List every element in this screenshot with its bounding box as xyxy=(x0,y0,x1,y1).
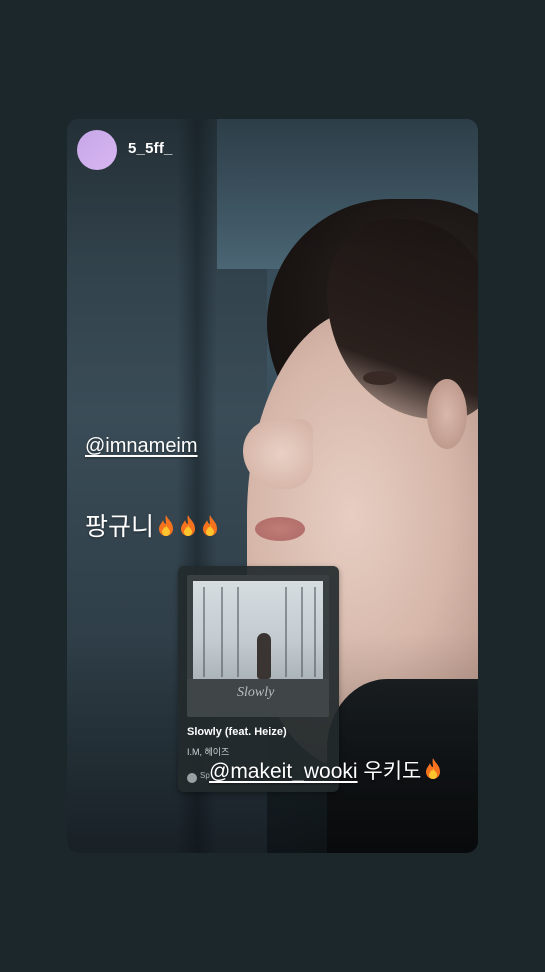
album-tree xyxy=(237,587,239,677)
album-tree xyxy=(203,587,205,677)
fire-icon xyxy=(159,515,174,536)
album-tree xyxy=(221,587,223,677)
mention-tag-2[interactable]: @makeit_wooki xyxy=(209,760,358,783)
album-figure xyxy=(257,633,271,679)
fire-icon xyxy=(203,515,218,536)
caption-label-2: 우키도 xyxy=(357,760,422,783)
caption-text-2: @makeit_wooki 우키도 xyxy=(209,755,443,785)
fire-icon xyxy=(181,515,196,536)
album-snow-scene xyxy=(193,581,323,681)
username[interactable]: 5_5ff_ xyxy=(128,140,173,157)
album-title: Slowly xyxy=(237,685,275,700)
fire-icon xyxy=(426,758,441,779)
spotify-icon xyxy=(187,773,197,783)
album-tree xyxy=(285,587,287,677)
story-card[interactable]: 5_5ff_ @imnameim 팡규니 Slowly Slowly (feat… xyxy=(67,119,478,853)
album-cover: Slowly xyxy=(187,575,329,717)
avatar[interactable] xyxy=(77,130,117,170)
track-title: Slowly (feat. Heize) xyxy=(187,726,287,738)
mention-tag[interactable]: @imnameim xyxy=(85,435,198,458)
caption-text: 팡규니 xyxy=(85,507,220,543)
caption-label: 팡규니 xyxy=(85,513,155,541)
album-tree xyxy=(314,587,316,677)
page: 5_5ff_ @imnameim 팡규니 Slowly Slowly (feat… xyxy=(0,0,545,972)
album-tree xyxy=(301,587,303,677)
